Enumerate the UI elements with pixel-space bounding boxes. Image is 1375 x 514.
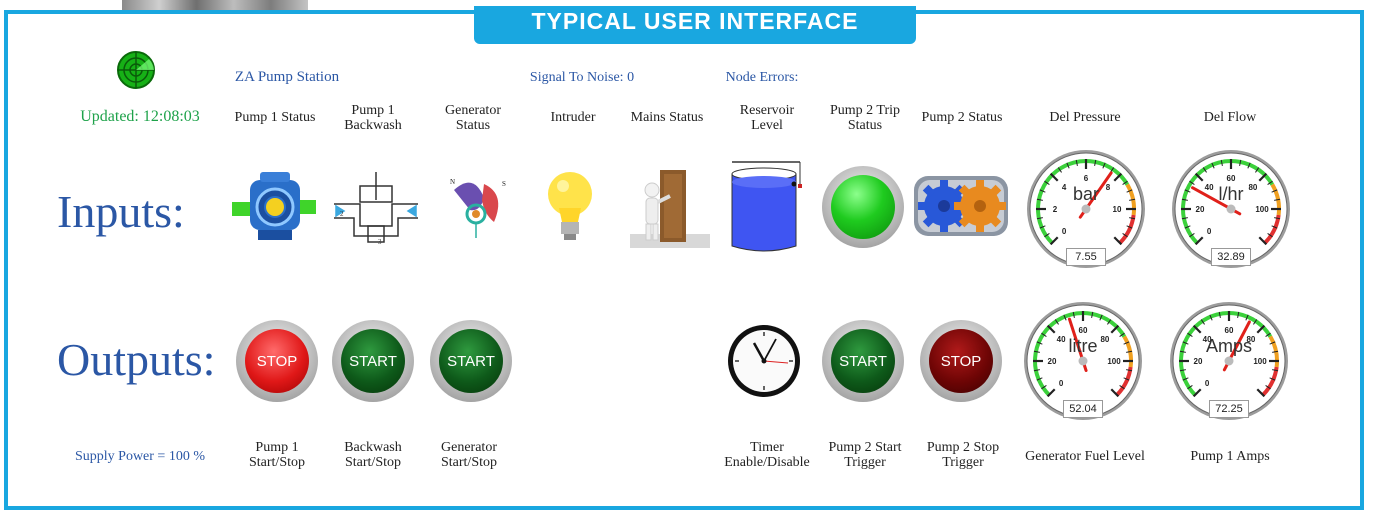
backwash-start-button[interactable]: START [332, 320, 414, 402]
pump1-stop-label: STOP [245, 329, 309, 393]
label-generator-startstop: Generator Start/Stop [440, 440, 497, 470]
radar-icon [116, 50, 156, 90]
light-bulb-icon [545, 166, 595, 246]
gauge-hub [1081, 204, 1091, 214]
label-pump1-amps: Pump 1 Amps [1190, 449, 1270, 464]
pump-icon [230, 170, 318, 246]
label-mains-status: Mains Status [630, 110, 704, 125]
backwash-valve-icon: 2 3 [330, 170, 422, 248]
label-pump1-backwash: Pump 1 Backwash [344, 103, 402, 133]
gauge-hub [1226, 204, 1236, 214]
gauge-tick-label: 0 [1207, 227, 1212, 236]
generator-start-button[interactable]: START [430, 320, 512, 402]
label-pump2-status: Pump 2 Status [921, 110, 1003, 125]
del-pressure-value: 7.55 [1066, 248, 1106, 266]
label-pump2-trip-status: Pump 2 Trip Status [829, 103, 901, 133]
gauge-tick-label: 20 [1196, 205, 1205, 214]
outputs-section-label: Outputs: [57, 334, 216, 385]
supply-power: Supply Power = 100 % [74, 449, 205, 464]
gauge-tick-label: 100 [1253, 357, 1267, 366]
gauge-hub [1224, 356, 1234, 366]
mains-door-icon [630, 166, 710, 248]
del-flow-unit: l/hr [1218, 184, 1244, 204]
gen-fuel-unit: litre [1068, 336, 1098, 356]
label-pump1-startstop: Pump 1 Start/Stop [248, 440, 305, 470]
label-generator-status: Generator Status [445, 103, 501, 133]
gauge-tick-label: 0 [1059, 379, 1064, 388]
gauge-tick-label: 100 [1107, 357, 1121, 366]
gauge-hub [1078, 356, 1088, 366]
timer-clock-icon[interactable] [726, 323, 802, 399]
pump2-start-label: START [831, 329, 895, 393]
gear-pump-icon [912, 170, 1010, 242]
svg-text:N: N [450, 178, 455, 186]
generator-icon: N S [440, 170, 516, 246]
generator-start-label: START [439, 329, 503, 393]
signal-to-noise: Signal To Noise: 0 [529, 70, 635, 85]
gauge-tick-label: 20 [1048, 357, 1057, 366]
gauge-tick-label: 0 [1062, 227, 1067, 236]
label-intruder: Intruder [550, 110, 596, 125]
del-flow-value: 32.89 [1211, 248, 1251, 266]
reservoir-tank-icon [728, 158, 804, 258]
label-pump2-start-trigger: Pump 2 Start Trigger [828, 440, 902, 470]
gen-fuel-value: 52.04 [1063, 400, 1103, 418]
gauge-tick-label: 10 [1113, 205, 1122, 214]
pump2-trip-status-indicator [822, 166, 904, 248]
gauge-tick-label: 6 [1084, 174, 1089, 183]
svg-text:S: S [502, 180, 506, 188]
label-generator-fuel-level: Generator Fuel Level [1025, 449, 1145, 464]
gauge-tick-label: 20 [1194, 357, 1203, 366]
backwash-start-label: START [341, 329, 405, 393]
pump2-start-button[interactable]: START [822, 320, 904, 402]
top-photo-strip [122, 0, 308, 10]
pump1-amps-unit: Amps [1205, 336, 1252, 356]
gauge-tick-label: 60 [1225, 326, 1234, 335]
label-backwash-startstop: Backwash Start/Stop [344, 440, 402, 470]
gauge-tick-label: 2 [1053, 205, 1058, 214]
gauge-tick-label: 100 [1255, 205, 1269, 214]
del-pressure-gauge: 0 2 4 6 8 10 bar 7.55 [1025, 148, 1147, 270]
updated-time: Updated: 12:08:03 [80, 108, 200, 125]
label-timer-enable-disable: Timer Enable/Disable [724, 440, 810, 470]
svg-text:2: 2 [340, 210, 344, 218]
gen-fuel-gauge: 0 20 40 60 80 100 litre 52.04 [1022, 300, 1144, 422]
pump2-trip-status-light [831, 175, 895, 239]
label-reservoir-level: Reservoir Level [739, 103, 795, 133]
del-pressure-unit: bar [1072, 184, 1099, 204]
gauge-tick-label: 0 [1205, 379, 1210, 388]
gauge-tick-label: 60 [1227, 174, 1236, 183]
label-pump1-status: Pump 1 Status [234, 110, 316, 125]
station-name: ZA Pump Station [234, 69, 340, 85]
inputs-section-label: Inputs: [57, 186, 185, 237]
pump1-amps-value: 72.25 [1209, 400, 1249, 418]
pump1-stop-button[interactable]: STOP [236, 320, 318, 402]
label-pump2-stop-trigger: Pump 2 Stop Trigger [926, 440, 1000, 470]
pump1-amps-gauge: 0 20 40 60 80 100 Amps 72.25 [1168, 300, 1290, 422]
pump2-stop-label: STOP [929, 329, 993, 393]
pump2-stop-button[interactable]: STOP [920, 320, 1002, 402]
banner-title: TYPICAL USER INTERFACE [474, 6, 916, 44]
label-del-pressure: Del Pressure [1049, 110, 1121, 125]
del-flow-gauge: 0 20 40 60 80 100 l/hr 32.89 [1170, 148, 1292, 270]
ui-frame: TYPICAL USER INTERFACE [4, 6, 1364, 510]
svg-text:3: 3 [378, 238, 382, 246]
node-errors: Node Errors: [725, 70, 799, 85]
label-del-flow: Del Flow [1203, 110, 1257, 125]
gauge-tick-label: 60 [1079, 326, 1088, 335]
